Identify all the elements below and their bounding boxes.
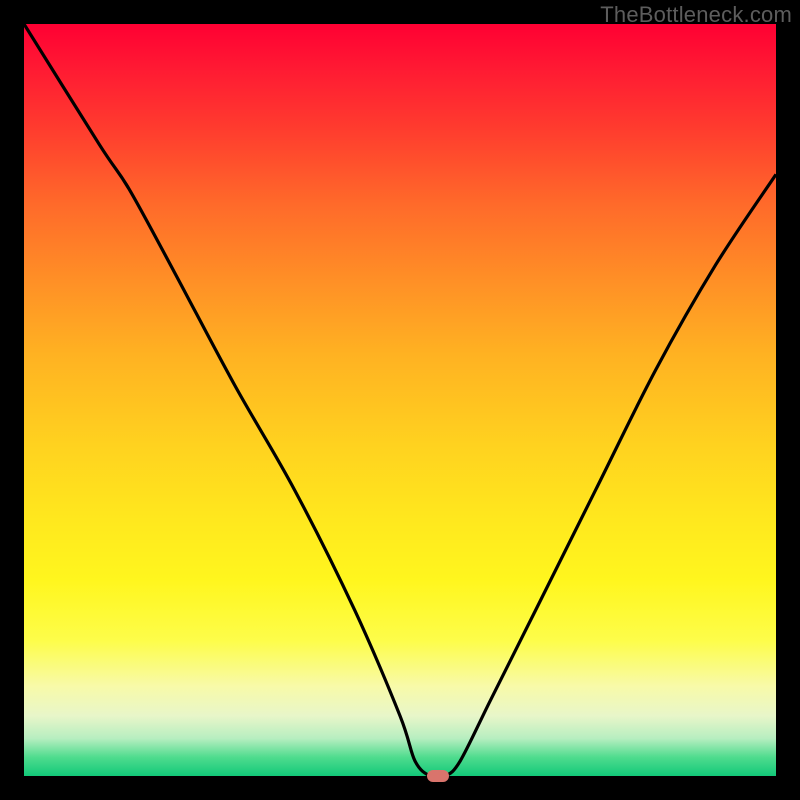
optimal-marker xyxy=(427,770,449,782)
chart-frame: TheBottleneck.com xyxy=(0,0,800,800)
plot-area xyxy=(24,24,776,776)
watermark-text: TheBottleneck.com xyxy=(600,2,792,28)
curve-path xyxy=(24,24,776,776)
bottleneck-curve xyxy=(24,24,776,776)
